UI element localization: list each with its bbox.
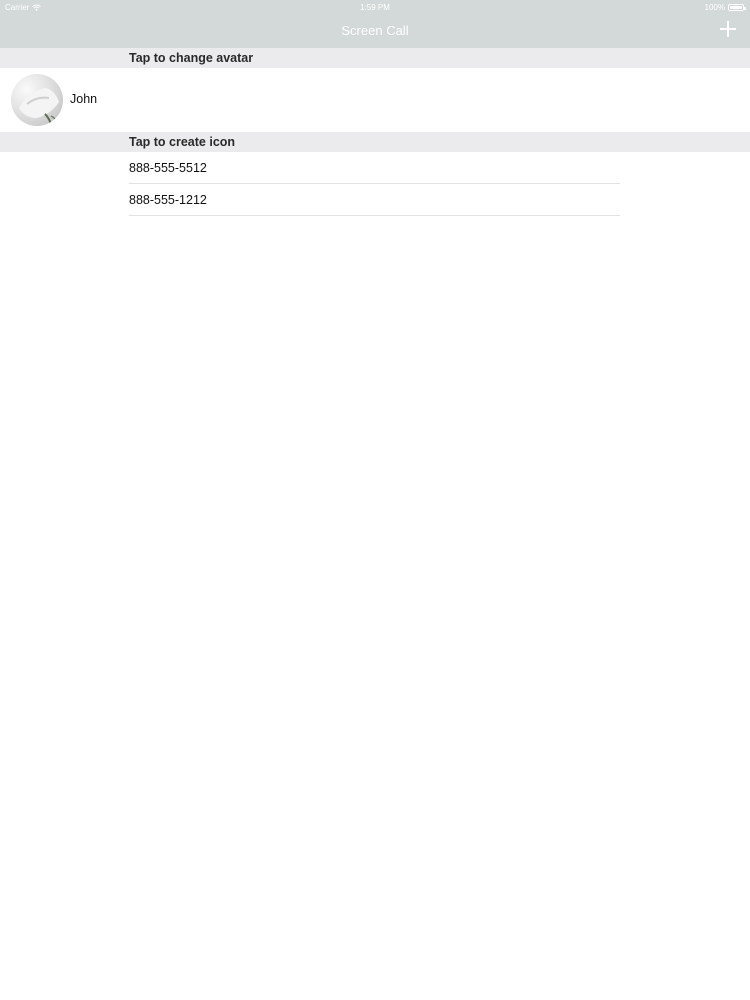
battery-icon [728, 4, 746, 11]
phone-row[interactable]: 888-555-5512 [129, 152, 620, 184]
phone-row[interactable]: 888-555-1212 [129, 184, 620, 216]
status-time: 1:59 PM [360, 3, 390, 12]
status-bar: Carrier 1:59 PM 100% [0, 0, 750, 15]
add-button[interactable] [720, 21, 736, 37]
contact-name: John [70, 92, 98, 106]
battery-percentage: 100% [704, 3, 725, 12]
battery-level [730, 6, 742, 9]
section-header-avatar: Tap to change avatar [0, 48, 750, 68]
navigation-bar: Screen Call [0, 15, 750, 48]
avatar-photo-icon [19, 88, 59, 125]
status-right: 100% [704, 0, 746, 15]
avatar-row[interactable]: John [0, 68, 750, 132]
page-title: Screen Call [341, 23, 409, 38]
avatar[interactable] [11, 74, 63, 126]
section-header-icon: Tap to create icon [0, 132, 750, 152]
